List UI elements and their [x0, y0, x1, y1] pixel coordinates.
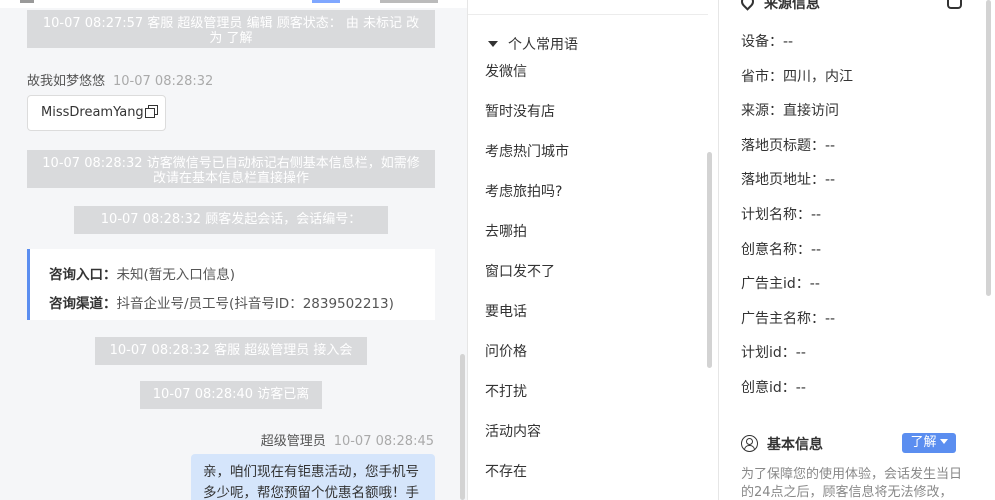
- info-scrollbar[interactable]: [986, 0, 991, 296]
- agent-sender-line: 超级管理员 10-07 08:28:45: [261, 430, 434, 449]
- phrase-item[interactable]: 不打扰: [485, 372, 569, 412]
- system-message: 10-07 08:28:32 顾客发起会话，会话编号：38082: [74, 206, 388, 234]
- source-field-landing-title: 落地页标题：--: [741, 137, 836, 154]
- basic-info-title: 基本信息: [767, 437, 823, 453]
- visitor-name: 故我如梦悠悠: [27, 74, 106, 89]
- tab-fragment[interactable]: [20, 0, 34, 3]
- chat-top-tabs: [0, 0, 467, 8]
- system-message: 10-07 08:28:40 访客已离开: [140, 381, 322, 409]
- tab-fragment-active[interactable]: [312, 0, 340, 3]
- source-field-origin: 来源：直接访问: [741, 103, 839, 120]
- source-field-advertiser-name: 广告主名称：--: [741, 310, 836, 327]
- visitor-sender-line: 故我如梦悠悠 10-07 08:28:32: [27, 70, 213, 89]
- chat-scrollbar[interactable]: [460, 354, 465, 500]
- visitor-message-bubble: MissDreamYang: [27, 95, 166, 131]
- caret-down-icon: [488, 41, 498, 47]
- phrase-item[interactable]: 考虑热门城市: [485, 132, 569, 172]
- phrase-item[interactable]: 活动内容: [485, 412, 569, 452]
- consult-channel-row: 咨询渠道：抖音企业号/员工号(抖音号ID：2839502213): [49, 290, 435, 319]
- edit-notice: 为了保障您的使用体验，会话发生当日的24点之后，顾客信息将无法修改，请: [741, 467, 963, 500]
- source-field-region: 省市：四川，内江: [741, 68, 853, 85]
- source-field-creative-id: 创意id：--: [741, 379, 806, 396]
- phrase-item[interactable]: 窗口发不了: [485, 252, 569, 292]
- customer-status-label: 了解: [910, 435, 937, 450]
- system-message: 10-07 08:28:32 客服 超级管理员 接入会话: [95, 337, 367, 365]
- message-time: 10-07 08:28:45: [333, 434, 434, 449]
- customer-info-panel: 来源信息 设备：-- 省市：四川，内江 来源：直接访问 落地页标题：-- 落地页…: [719, 0, 995, 500]
- source-info-header: 来源信息: [738, 0, 820, 13]
- phrase-item[interactable]: 去哪拍: [485, 212, 569, 252]
- visitor-message-text: MissDreamYang: [41, 105, 144, 120]
- consult-entry-value: 未知(暂无入口信息): [116, 267, 236, 283]
- user-icon: [741, 435, 758, 452]
- phrase-list: 发微信 暂时没有店 考虑热门城市 考虑旅拍吗? 去哪拍 窗口发不了 要电话 问价…: [485, 52, 569, 492]
- location-pin-icon: [738, 0, 757, 11]
- consult-channel-value: 抖音企业号/员工号(抖音号ID：2839502213): [116, 296, 394, 312]
- copy-icon[interactable]: [144, 105, 158, 118]
- common-phrases-panel: 个人常用语 发微信 暂时没有店 考虑热门城市 考虑旅拍吗? 去哪拍 窗口发不了 …: [468, 0, 719, 500]
- source-field-plan-id: 计划id：--: [741, 345, 806, 362]
- settings-icon[interactable]: [947, 0, 962, 9]
- source-field-device: 设备：--: [741, 34, 794, 50]
- consult-channel-label: 咨询渠道：: [49, 296, 117, 312]
- consult-info-card: 咨询入口：未知(暂无入口信息) 咨询渠道：抖音企业号/员工号(抖音号ID：283…: [27, 249, 435, 320]
- source-field-creative-name: 创意名称：--: [741, 241, 822, 258]
- basic-info-header: 基本信息: [741, 434, 823, 454]
- source-field-landing-url: 落地页地址：--: [741, 172, 836, 189]
- source-info-list: 设备：-- 省市：四川，内江 来源：直接访问 落地页标题：-- 落地页地址：--…: [741, 25, 853, 406]
- phrase-item[interactable]: 发微信: [485, 52, 569, 92]
- phrase-item[interactable]: 考虑旅拍吗?: [485, 172, 569, 212]
- source-field-plan-name: 计划名称：--: [741, 206, 822, 223]
- phrase-item[interactable]: 暂时没有店: [485, 92, 569, 132]
- consult-entry-label: 咨询入口：: [49, 267, 117, 283]
- chat-panel: 10-07 08:27:57 客服 超级管理员 编辑 顾客状态： 由 未标记 改…: [0, 0, 468, 500]
- phrase-group-title: 个人常用语: [508, 37, 578, 53]
- message-time: 10-07 08:28:32: [113, 74, 214, 89]
- consult-entry-row: 咨询入口：未知(暂无入口信息): [49, 261, 435, 290]
- agent-name: 超级管理员: [260, 434, 326, 449]
- phrases-scrollbar[interactable]: [707, 152, 712, 368]
- phrase-item[interactable]: 不存在: [485, 452, 569, 492]
- system-message: 10-07 08:27:57 客服 超级管理员 编辑 顾客状态： 由 未标记 改…: [27, 10, 435, 48]
- source-info-title: 来源信息: [764, 0, 820, 12]
- phrase-group-header[interactable]: 个人常用语: [488, 34, 578, 54]
- system-message: 10-07 08:28:32 访客微信号已自动标记右侧基本信息栏，如需修改请在基…: [27, 150, 435, 188]
- tab-fragment[interactable]: [380, 0, 438, 3]
- phrase-item[interactable]: 要电话: [485, 292, 569, 332]
- phrase-item[interactable]: 问价格: [485, 332, 569, 372]
- source-field-advertiser-id: 广告主id：--: [741, 276, 820, 293]
- caret-down-icon: [939, 439, 948, 444]
- agent-message-bubble: 亲，咱们现在有钜惠活动，您手机号多少呢，帮您预留个优惠名额哦！手: [191, 454, 435, 500]
- divider: [468, 14, 708, 15]
- customer-status-dropdown[interactable]: 了解: [902, 433, 956, 453]
